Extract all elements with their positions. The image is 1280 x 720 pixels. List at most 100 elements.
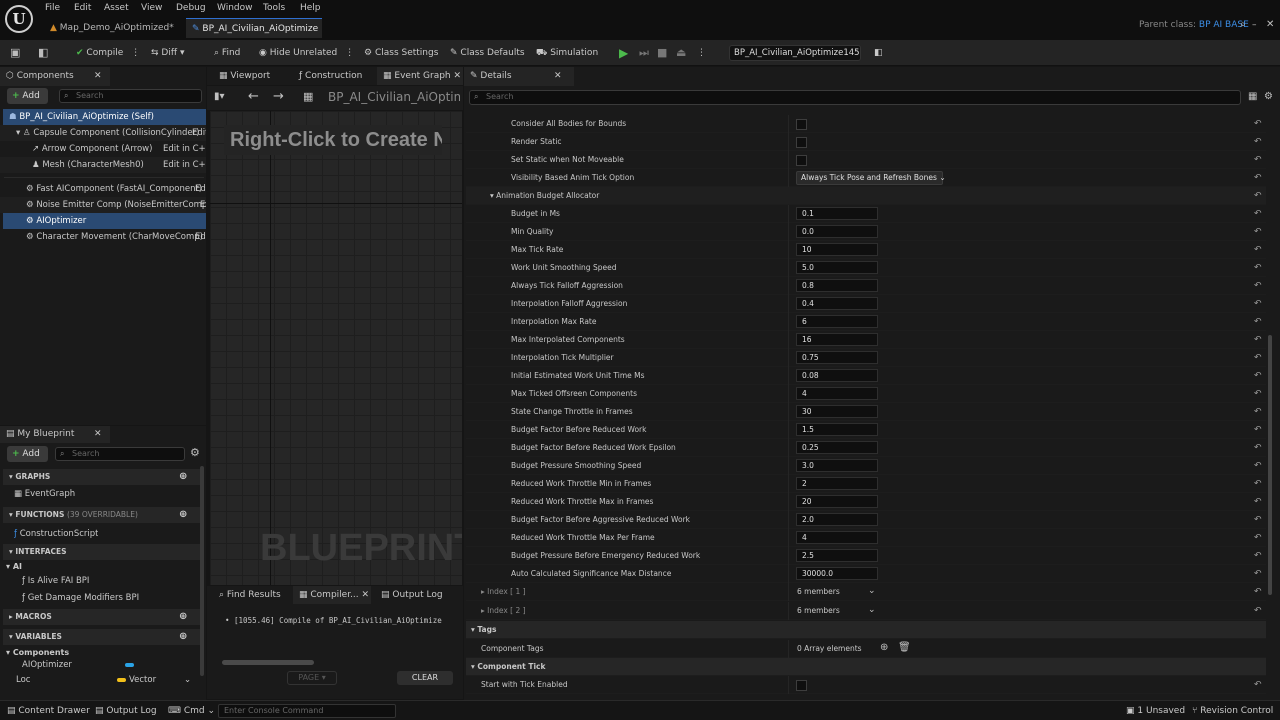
property-checkbox[interactable] [796, 137, 807, 148]
budget-allocator-header[interactable]: ▾ Animation Budget Allocator ↶ [466, 187, 1266, 205]
budget-property-row[interactable]: Min Quality 0.0 ↶ [466, 223, 1266, 241]
component-noise-emitter[interactable]: ⚙ Noise Emitter Comp (NoiseEmitterComp) … [0, 197, 206, 213]
eject-icon[interactable]: ⏏ [676, 44, 686, 62]
reset-to-default-icon[interactable]: ↶ [1254, 676, 1262, 694]
unsaved-button[interactable]: ▣ 1 Unsaved [1126, 702, 1185, 720]
reset-to-default-icon[interactable]: ↶ [1254, 115, 1262, 133]
property-checkbox[interactable] [796, 119, 807, 130]
save-icon[interactable]: ▣ [10, 44, 20, 62]
play-options-icon[interactable]: ⋮ [697, 44, 706, 62]
menu-tools[interactable]: Tools [263, 2, 285, 14]
menu-edit[interactable]: Edit [74, 2, 91, 14]
close-panel-icon[interactable]: ✕ [554, 67, 562, 86]
component-tags-row[interactable]: Component Tags 0 Array elements ⊕ 🗑 [466, 640, 1266, 658]
reset-to-default-icon[interactable]: ↶ [1254, 493, 1262, 511]
property-value-input[interactable]: 0.08 [796, 369, 878, 382]
property-value-input[interactable]: 0.25 [796, 441, 878, 454]
ai-category[interactable]: ▾ AI [6, 559, 22, 575]
tab-event-graph[interactable]: ▦ Event Graph ✕ [377, 67, 463, 85]
reset-to-default-icon[interactable]: ↶ [1254, 602, 1262, 620]
component-character-movement[interactable]: ⚙ Character Movement (CharMoveComp) Ed [0, 229, 206, 245]
property-value-input[interactable]: 2.5 [796, 549, 878, 562]
property-matrix-icon[interactable]: ▦ [1248, 91, 1257, 102]
unreal-logo-icon[interactable]: U [5, 5, 33, 33]
reset-to-default-icon[interactable]: ↶ [1254, 223, 1262, 241]
reset-to-default-icon[interactable]: ↶ [1254, 205, 1262, 223]
property-row[interactable]: Consider All Bodies for Bounds ↶ [466, 115, 1266, 133]
close-panel-icon[interactable]: ✕ [94, 67, 102, 86]
output-log-button[interactable]: ▤ Output Log [95, 702, 157, 720]
simulation-button[interactable]: ⛟ Simulation [536, 44, 598, 62]
variables-section[interactable]: ▾ VARIABLES ⊕ [3, 629, 200, 645]
index-2-row[interactable]: ▸ Index [ 2 ] 6 members ⌄ ↶ [466, 602, 1266, 620]
construction-script-item[interactable]: ƒ ConstructionScript [14, 526, 98, 542]
property-row[interactable]: Render Static ↶ [466, 133, 1266, 151]
graphs-section[interactable]: ▾ GRAPHS ⊕ [3, 469, 200, 485]
console-command-input[interactable]: Enter Console Command [218, 704, 396, 718]
property-value-input[interactable]: 5.0 [796, 261, 878, 274]
property-value-input[interactable]: 30000.0 [796, 567, 878, 580]
add-component-button[interactable]: + Add [7, 88, 48, 104]
reset-to-default-icon[interactable]: ↶ [1254, 295, 1262, 313]
menu-debug[interactable]: Debug [176, 2, 206, 14]
my-blueprint-search-input[interactable]: ⌕ Search [55, 447, 185, 461]
details-search-input[interactable]: ⌕ Search [469, 90, 1241, 105]
debug-object-dropdown[interactable]: BP_AI_Civilian_AiOptimize1458 ▾ [729, 45, 861, 61]
search-icon[interactable]: ⌕ [1240, 19, 1246, 30]
reset-to-default-icon[interactable]: ↶ [1254, 133, 1262, 151]
details-tab[interactable]: ✎ Details ✕ [464, 67, 574, 86]
property-value-input[interactable]: 2 [796, 477, 878, 490]
details-scrollbar[interactable] [1268, 335, 1272, 595]
budget-property-row[interactable]: Budget Factor Before Reduced Work Epsilo… [466, 439, 1266, 457]
component-tick-section-header[interactable]: ▾ Component Tick [466, 658, 1266, 676]
property-value-input[interactable]: 16 [796, 333, 878, 346]
property-value-input[interactable]: 0.8 [796, 279, 878, 292]
budget-property-row[interactable]: Interpolation Tick Multiplier 0.75 ↶ [466, 349, 1266, 367]
reset-to-default-icon[interactable]: ↶ [1254, 277, 1262, 295]
tab-blueprint[interactable]: ✎ BP_AI_Civilian_AiOptimize × [186, 18, 322, 54]
budget-property-row[interactable]: Reduced Work Throttle Max Per Frame 4 ↶ [466, 529, 1266, 547]
reset-to-default-icon[interactable]: ↶ [1254, 367, 1262, 385]
reset-to-default-icon[interactable]: ↶ [1254, 547, 1262, 565]
start-with-tick-row[interactable]: Start with Tick Enabled ↶ [466, 676, 1266, 694]
class-settings-button[interactable]: ⚙ Class Settings [364, 44, 438, 62]
menu-window[interactable]: Window [217, 2, 253, 14]
chevron-down-icon[interactable]: ⌄ [868, 605, 876, 615]
close-tab-icon[interactable]: ✕ [362, 590, 370, 600]
budget-property-row[interactable]: Max Tick Rate 10 ↶ [466, 241, 1266, 259]
my-blueprint-tab[interactable]: ▤ My Blueprint ✕ [0, 426, 110, 443]
property-value-input[interactable]: 6 [796, 315, 878, 328]
property-checkbox[interactable] [796, 680, 807, 691]
tab-find-results[interactable]: ⌕ Find Results [213, 586, 295, 604]
property-value-input[interactable]: 0.75 [796, 351, 878, 364]
browse-debug-icon[interactable]: ◧ [874, 44, 883, 62]
add-macro-icon[interactable]: ⊕ [179, 609, 187, 625]
compile-options-icon[interactable]: ⋮ [131, 48, 140, 58]
stop-icon[interactable]: ■ [657, 44, 667, 62]
budget-property-row[interactable]: Work Unit Smoothing Speed 5.0 ↶ [466, 259, 1266, 277]
reset-to-default-icon[interactable]: ↶ [1254, 349, 1262, 367]
forward-arrow-icon[interactable]: → [273, 89, 284, 104]
menu-file[interactable]: File [45, 2, 60, 14]
revision-control-button[interactable]: ⑂ Revision Control [1192, 702, 1273, 720]
back-arrow-icon[interactable]: ← [248, 89, 259, 104]
property-value-input[interactable]: 4 [796, 387, 878, 400]
reset-to-default-icon[interactable]: ↶ [1254, 241, 1262, 259]
component-capsule[interactable]: ▾ ♙ Capsule Component (CollisionCylinder… [0, 125, 206, 141]
add-graph-icon[interactable]: ⊕ [179, 469, 187, 485]
tab-map-demo[interactable]: ▲ Map_Demo_AiOptimized* [44, 18, 184, 38]
property-value-input[interactable]: 2.0 [796, 513, 878, 526]
components-tab[interactable]: ⬡ Components ✕ [0, 67, 110, 86]
property-value-input[interactable]: 4 [796, 531, 878, 544]
budget-property-row[interactable]: Max Interpolated Components 16 ↶ [466, 331, 1266, 349]
property-value-input[interactable]: 3.0 [796, 459, 878, 472]
budget-property-row[interactable]: Budget Factor Before Aggressive Reduced … [466, 511, 1266, 529]
budget-property-row[interactable]: Max Ticked Offsreen Components 4 ↶ [466, 385, 1266, 403]
hide-unrelated-button[interactable]: ◉ Hide Unrelated ⋮ [259, 44, 354, 62]
component-self[interactable]: ☗ BP_AI_Civilian_AiOptimize (Self) [3, 109, 206, 125]
gear-icon[interactable]: ⚙ [1264, 91, 1273, 102]
step-icon[interactable]: ⏭ [639, 44, 649, 62]
my-blueprint-scrollbar[interactable] [200, 466, 204, 676]
property-value-input[interactable]: 20 [796, 495, 878, 508]
tab-output-log[interactable]: ▤ Output Log [375, 586, 455, 604]
